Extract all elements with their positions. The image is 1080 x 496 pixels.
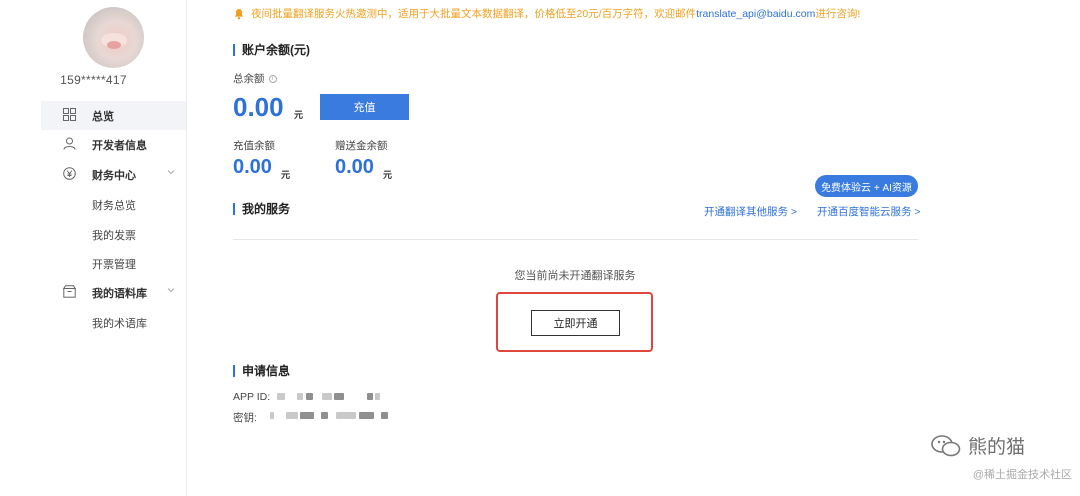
avatar[interactable] (83, 7, 144, 68)
gift-balance-unit: 元 (383, 170, 393, 180)
sidebar-item-label: 我的语料库 (92, 287, 147, 300)
recharge-balance-value: 0.00 (233, 156, 272, 178)
box-icon (62, 285, 77, 299)
total-balance-label: 总余额 i (233, 71, 277, 86)
sidebar-subitem-termbase[interactable]: 我的术语库 (92, 315, 147, 331)
username: 159*****417 (60, 73, 127, 87)
chevron-down-icon (166, 285, 178, 297)
sidebar-subitem-finance-overview[interactable]: 财务总览 (92, 197, 136, 213)
total-balance-value: 0.00 (233, 92, 284, 122)
sidebar-item-label: 开发者信息 (92, 139, 147, 152)
sidebar-item-label: 财务中心 (92, 169, 136, 182)
watermark-sub: @稀土掘金技术社区 (972, 469, 1072, 481)
empty-services-text: 您当前尚未开通翻译服务 (514, 270, 636, 282)
gift-balance-value: 0.00 (335, 156, 374, 178)
watermark-text: 熊的猫 (968, 437, 1026, 458)
grid-icon (63, 108, 77, 122)
notice-email-link[interactable]: translate_api@baidu.com (696, 8, 815, 20)
services-section-title: 我的服务 (233, 203, 290, 215)
open-cloud-services-link[interactable]: 开通百度智能云服务 > (817, 204, 921, 219)
sidebar-item-finance[interactable]: 财务中心 (41, 160, 186, 189)
avatar-pink (107, 41, 121, 49)
sidebar-subitem-invoices[interactable]: 我的发票 (92, 227, 136, 243)
notice-tail: 进行咨询! (815, 8, 861, 20)
info-icon[interactable]: i (268, 75, 277, 84)
sidebar-item-overview[interactable]: 总览 (41, 101, 186, 130)
apply-section-title: 申请信息 (233, 365, 290, 377)
sidebar-item-developer[interactable]: 开发者信息 (41, 130, 186, 159)
section-divider (233, 239, 918, 240)
promo-button[interactable]: 免费体验云 + AI资源 (815, 175, 918, 197)
gift-balance-label: 赠送金余额 (335, 140, 388, 152)
open-service-button[interactable]: 立即开通 (531, 310, 620, 336)
recharge-balance-label: 充值余额 (233, 140, 275, 152)
sidebar-item-label: 总览 (92, 110, 114, 123)
yen-icon (63, 167, 77, 181)
notice-text: 夜间批量翻译服务火热邀测中，适用于大批量文本数据翻译，价格低至20元/百万字符，… (251, 8, 697, 20)
sidebar: 159*****417 总览 开发者信息 财务中心 财务总览 我的发票 开票管理… (0, 0, 187, 496)
bell-icon (233, 8, 245, 20)
wechat-icon (931, 434, 961, 456)
balance-section-title: 账户余额(元) (233, 44, 310, 56)
recharge-balance-unit: 元 (281, 170, 291, 180)
open-other-services-link[interactable]: 开通翻译其他服务 > (704, 204, 797, 219)
watermark: 熊的猫 (930, 432, 1025, 459)
total-balance-label-text: 总余额 (233, 73, 265, 85)
notice-banner: 夜间批量翻译服务火热邀测中，适用于大批量文本数据翻译，价格低至20元/百万字符，… (233, 6, 860, 21)
recharge-button[interactable]: 充值 (320, 94, 409, 120)
total-balance-unit: 元 (294, 110, 304, 120)
chevron-down-icon (166, 167, 178, 179)
secret-label: 密钥: (233, 412, 257, 424)
app-id-label: APP ID: (233, 391, 271, 403)
user-icon (63, 137, 77, 151)
